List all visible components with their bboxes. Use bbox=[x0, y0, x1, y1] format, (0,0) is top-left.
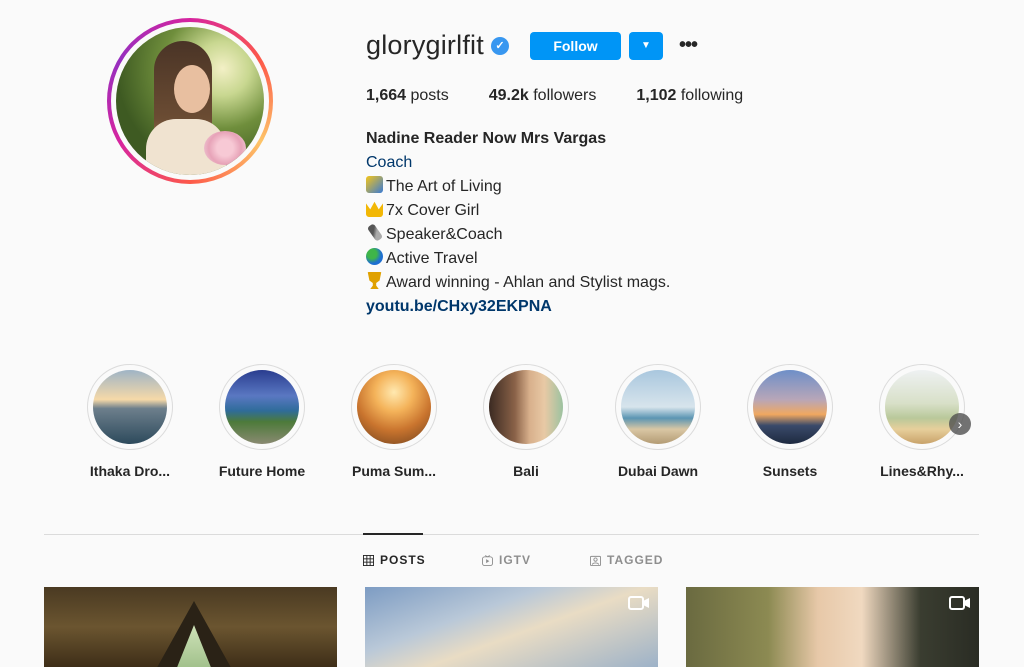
highlight-label: Future Home bbox=[218, 463, 306, 479]
highlight-label: Lines&Rhy... bbox=[880, 463, 964, 479]
bio-line: Award winning - Ahlan and Stylist mags. bbox=[366, 271, 670, 295]
highlight-label: Bali bbox=[513, 463, 539, 479]
post-thumbnail[interactable] bbox=[44, 587, 337, 667]
highlight-item[interactable]: Bali bbox=[471, 364, 581, 479]
highlight-cover bbox=[621, 370, 695, 444]
highlight-label: Ithaka Dro... bbox=[89, 463, 171, 479]
verified-badge-icon: ✓ bbox=[491, 37, 509, 55]
profile-bio: Nadine Reader Now Mrs Vargas Coach The A… bbox=[366, 127, 670, 319]
crown-icon bbox=[366, 201, 383, 217]
tab-igtv[interactable]: IGTV bbox=[482, 553, 531, 567]
profile-full-name: Nadine Reader Now Mrs Vargas bbox=[366, 130, 607, 147]
highlight-item[interactable]: Dubai Dawn bbox=[603, 364, 713, 479]
stat-following[interactable]: 1,102 following bbox=[636, 87, 743, 105]
highlight-cover bbox=[753, 370, 827, 444]
tab-tagged[interactable]: TAGGED bbox=[590, 553, 663, 567]
profile-category: Coach bbox=[366, 154, 413, 171]
globe-icon bbox=[366, 248, 383, 265]
sparkle-star-icon bbox=[366, 176, 383, 193]
igtv-icon bbox=[482, 554, 493, 566]
profile-username: glorygirlfit bbox=[366, 30, 484, 60]
highlight-item[interactable]: Ithaka Dro... bbox=[75, 364, 185, 479]
tabs-divider bbox=[44, 534, 979, 535]
stat-followers[interactable]: 49.2k followers bbox=[489, 87, 597, 105]
bio-line: The Art of Living bbox=[366, 175, 670, 199]
highlight-label: Dubai Dawn bbox=[617, 463, 699, 479]
more-options-icon[interactable]: ••• bbox=[676, 33, 700, 57]
highlight-item[interactable]: Future Home bbox=[207, 364, 317, 479]
chevron-right-icon[interactable]: › bbox=[949, 413, 971, 435]
bio-line: Speaker&Coach bbox=[366, 223, 670, 247]
stat-posts[interactable]: 1,664 posts bbox=[366, 87, 449, 105]
highlight-cover bbox=[489, 370, 563, 444]
highlight-cover bbox=[225, 370, 299, 444]
highlight-cover bbox=[93, 370, 167, 444]
bio-link[interactable]: youtu.be/CHxy32EKPNA bbox=[366, 295, 670, 319]
video-icon bbox=[628, 596, 649, 610]
follow-button[interactable]: Follow bbox=[530, 32, 621, 60]
bio-line: 7x Cover Girl bbox=[366, 199, 670, 223]
profile-avatar[interactable] bbox=[107, 18, 273, 184]
trophy-icon bbox=[367, 272, 382, 289]
highlight-label: Puma Sum... bbox=[351, 463, 437, 479]
highlight-item[interactable]: Sunsets bbox=[735, 364, 845, 479]
avatar-photo bbox=[116, 27, 264, 175]
post-thumbnail[interactable] bbox=[686, 587, 979, 667]
tagged-icon bbox=[590, 555, 601, 566]
highlight-cover bbox=[885, 370, 959, 444]
highlight-item[interactable]: Puma Sum... bbox=[339, 364, 449, 479]
profile-stats: 1,664 posts 49.2k followers 1,102 follow… bbox=[366, 87, 783, 105]
bio-line: Active Travel bbox=[366, 247, 670, 271]
chevron-down-icon[interactable]: ▼ bbox=[629, 32, 663, 60]
video-icon bbox=[949, 596, 970, 610]
highlight-label: Sunsets bbox=[762, 463, 818, 479]
grid-icon bbox=[363, 554, 374, 566]
post-thumbnail[interactable] bbox=[365, 587, 658, 667]
microphone-icon bbox=[366, 223, 384, 242]
tab-posts[interactable]: POSTS bbox=[363, 553, 426, 567]
active-tab-indicator bbox=[363, 533, 423, 535]
highlight-cover bbox=[357, 370, 431, 444]
